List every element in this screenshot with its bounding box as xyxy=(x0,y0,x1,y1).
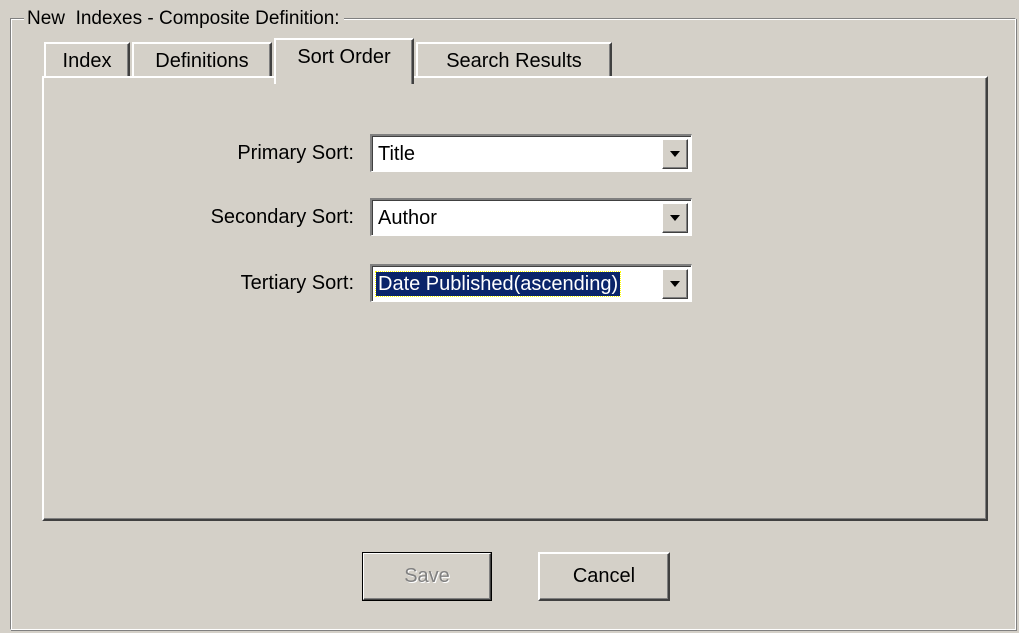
secondary-sort-value: Author xyxy=(378,207,437,229)
secondary-sort-select[interactable]: Author xyxy=(370,198,692,236)
tab-search-results-label: Search Results xyxy=(446,50,582,72)
chevron-down-icon xyxy=(670,215,680,221)
primary-sort-select[interactable]: Title xyxy=(370,134,692,172)
secondary-sort-dropdown-button[interactable] xyxy=(662,203,688,233)
secondary-sort-label: Secondary Sort: xyxy=(210,206,354,228)
cancel-button[interactable]: Cancel xyxy=(538,552,670,601)
tertiary-sort-label: Tertiary Sort: xyxy=(240,272,354,294)
tertiary-sort-value: Date Published(ascending) xyxy=(374,271,622,297)
sort-order-page: Primary Sort: Title Secondary Sort: Auth… xyxy=(42,76,988,521)
chevron-down-icon xyxy=(670,151,680,157)
tab-definitions-label: Definitions xyxy=(155,50,249,72)
tab-index[interactable]: Index xyxy=(44,42,130,78)
chevron-down-icon xyxy=(670,281,680,287)
tab-index-label: Index xyxy=(62,50,112,72)
group-legend: New Indexes - Composite Definition: xyxy=(24,7,344,31)
tab-sort-order[interactable]: Sort Order xyxy=(274,38,414,84)
tab-sort-order-label: Sort Order xyxy=(297,46,391,68)
tab-search-results[interactable]: Search Results xyxy=(416,42,612,78)
tab-definitions[interactable]: Definitions xyxy=(132,42,272,78)
tertiary-sort-dropdown-button[interactable] xyxy=(662,269,688,299)
primary-sort-label: Primary Sort: xyxy=(237,142,354,164)
tertiary-sort-select[interactable]: Date Published(ascending) xyxy=(370,264,692,302)
primary-sort-value: Title xyxy=(378,143,416,165)
sort-order-dialog: New Indexes - Composite Definition: Inde… xyxy=(0,0,1019,633)
save-button[interactable]: Save xyxy=(362,552,492,601)
primary-sort-dropdown-button[interactable] xyxy=(662,139,688,169)
